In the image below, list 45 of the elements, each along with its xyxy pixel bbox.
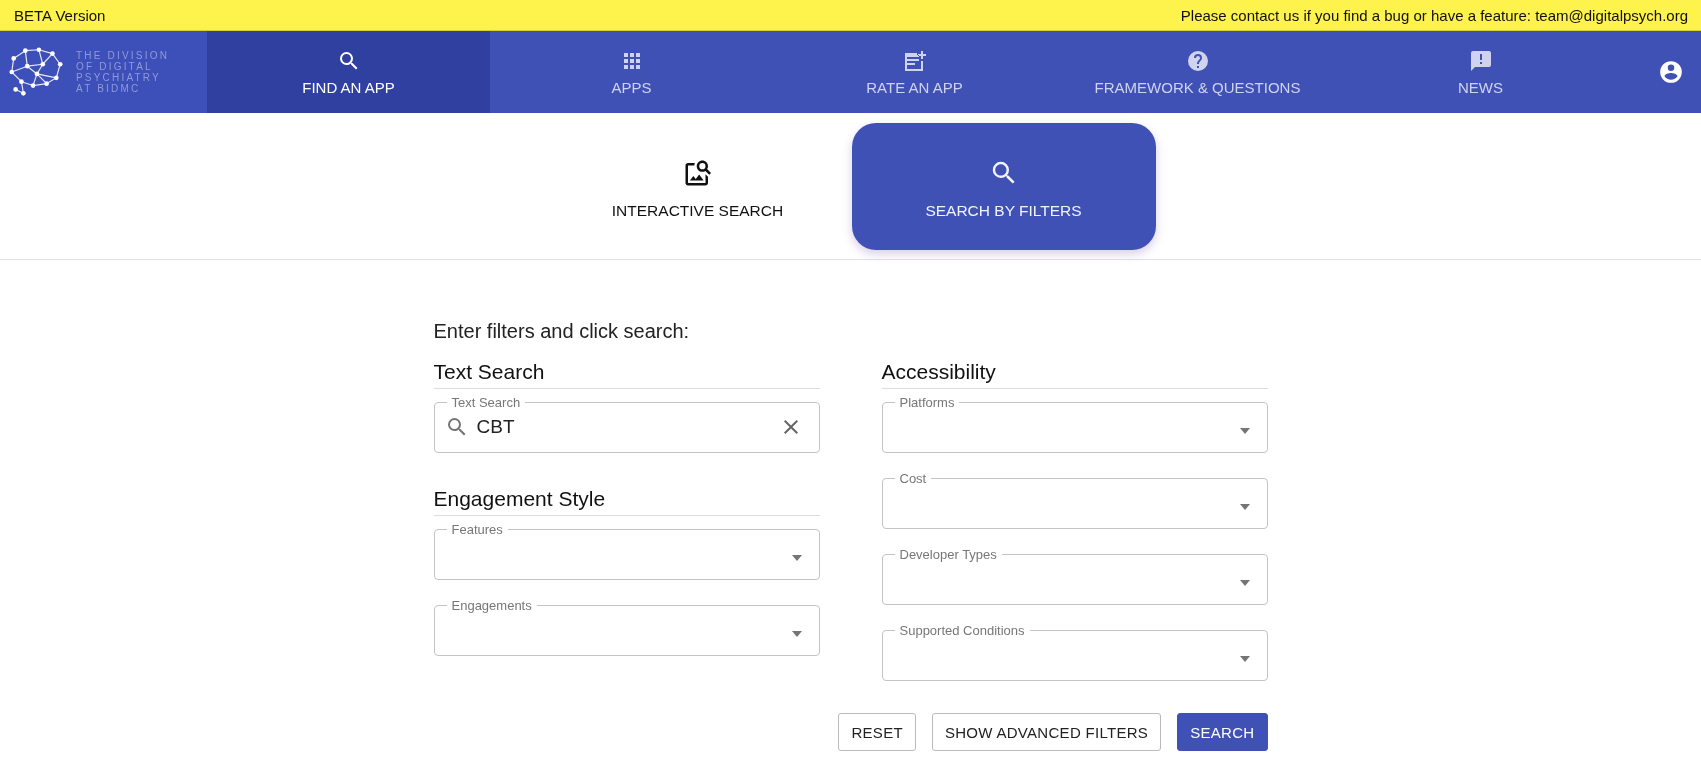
section-heading: Text Search [433, 360, 820, 389]
dropdown-caret-icon [790, 555, 803, 561]
dropdown-caret-icon [790, 631, 803, 637]
text-search-field[interactable]: Text Search CBT [433, 395, 820, 453]
beta-label: BETA Version [14, 6, 106, 24]
field-label: Text Search [450, 395, 522, 410]
logo-text-line: THE DIVISION [76, 50, 170, 61]
nav-tab[interactable]: RATE AN APP [773, 31, 1056, 113]
dropdown-caret-icon [1238, 504, 1251, 510]
dropdown-caret-icon [1238, 428, 1251, 434]
dropdown-field[interactable]: Engagements [433, 598, 820, 656]
section-heading: Engagement Style [433, 487, 820, 516]
field-label: Cost [898, 471, 928, 486]
nav-tab[interactable]: NEWS [1339, 31, 1622, 113]
dropdown-field[interactable]: Features [433, 522, 820, 580]
help-icon [1185, 48, 1210, 73]
dropdown-field[interactable]: Supported Conditions [881, 623, 1268, 681]
field-label: Features [450, 522, 504, 537]
field-value: CBT [476, 416, 516, 438]
form-instruction: Enter filters and click search: [433, 320, 691, 343]
dropdown-caret-icon [1238, 580, 1251, 586]
field-label: Supported Conditions [898, 623, 1026, 638]
dropdown-caret-icon [1238, 656, 1251, 662]
dropdown-field[interactable]: Platforms [881, 395, 1268, 453]
alert-icon [1468, 48, 1493, 73]
search-mode-tab[interactable]: INTERACTIVE SEARCH [545, 123, 850, 250]
dropdown-field[interactable]: Developer Types [881, 547, 1268, 605]
nav-tab[interactable]: FRAMEWORK & QUESTIONS [1056, 31, 1339, 113]
nav-tab[interactable]: APPS [490, 31, 773, 113]
nav-tab[interactable]: FIND AN APP [207, 31, 490, 113]
form-button[interactable]: SHOW ADVANCED FILTERS [931, 713, 1162, 751]
search-button[interactable]: SEARCH [1177, 713, 1268, 751]
field-label: Engagements [450, 598, 533, 613]
field-label: Platforms [898, 395, 956, 410]
search-mode-tab[interactable]: SEARCH BY FILTERS [851, 123, 1156, 250]
contact-message: Please contact us if you find a bug or have a feature: team@digitalpsych.org [1180, 6, 1688, 24]
form-button[interactable]: RESET [838, 713, 916, 751]
logo-text-line: AT BIDMC [76, 83, 142, 94]
section-heading: Accessibility [881, 360, 1268, 389]
logo-text-line: PSYCHIATRY [76, 72, 162, 83]
account-icon[interactable] [1658, 59, 1684, 85]
dropdown-field[interactable]: Cost [881, 471, 1268, 529]
note-add-icon [902, 48, 927, 73]
logo-text-line: OF DIGITAL [76, 61, 154, 72]
field-label: Developer Types [898, 547, 998, 562]
